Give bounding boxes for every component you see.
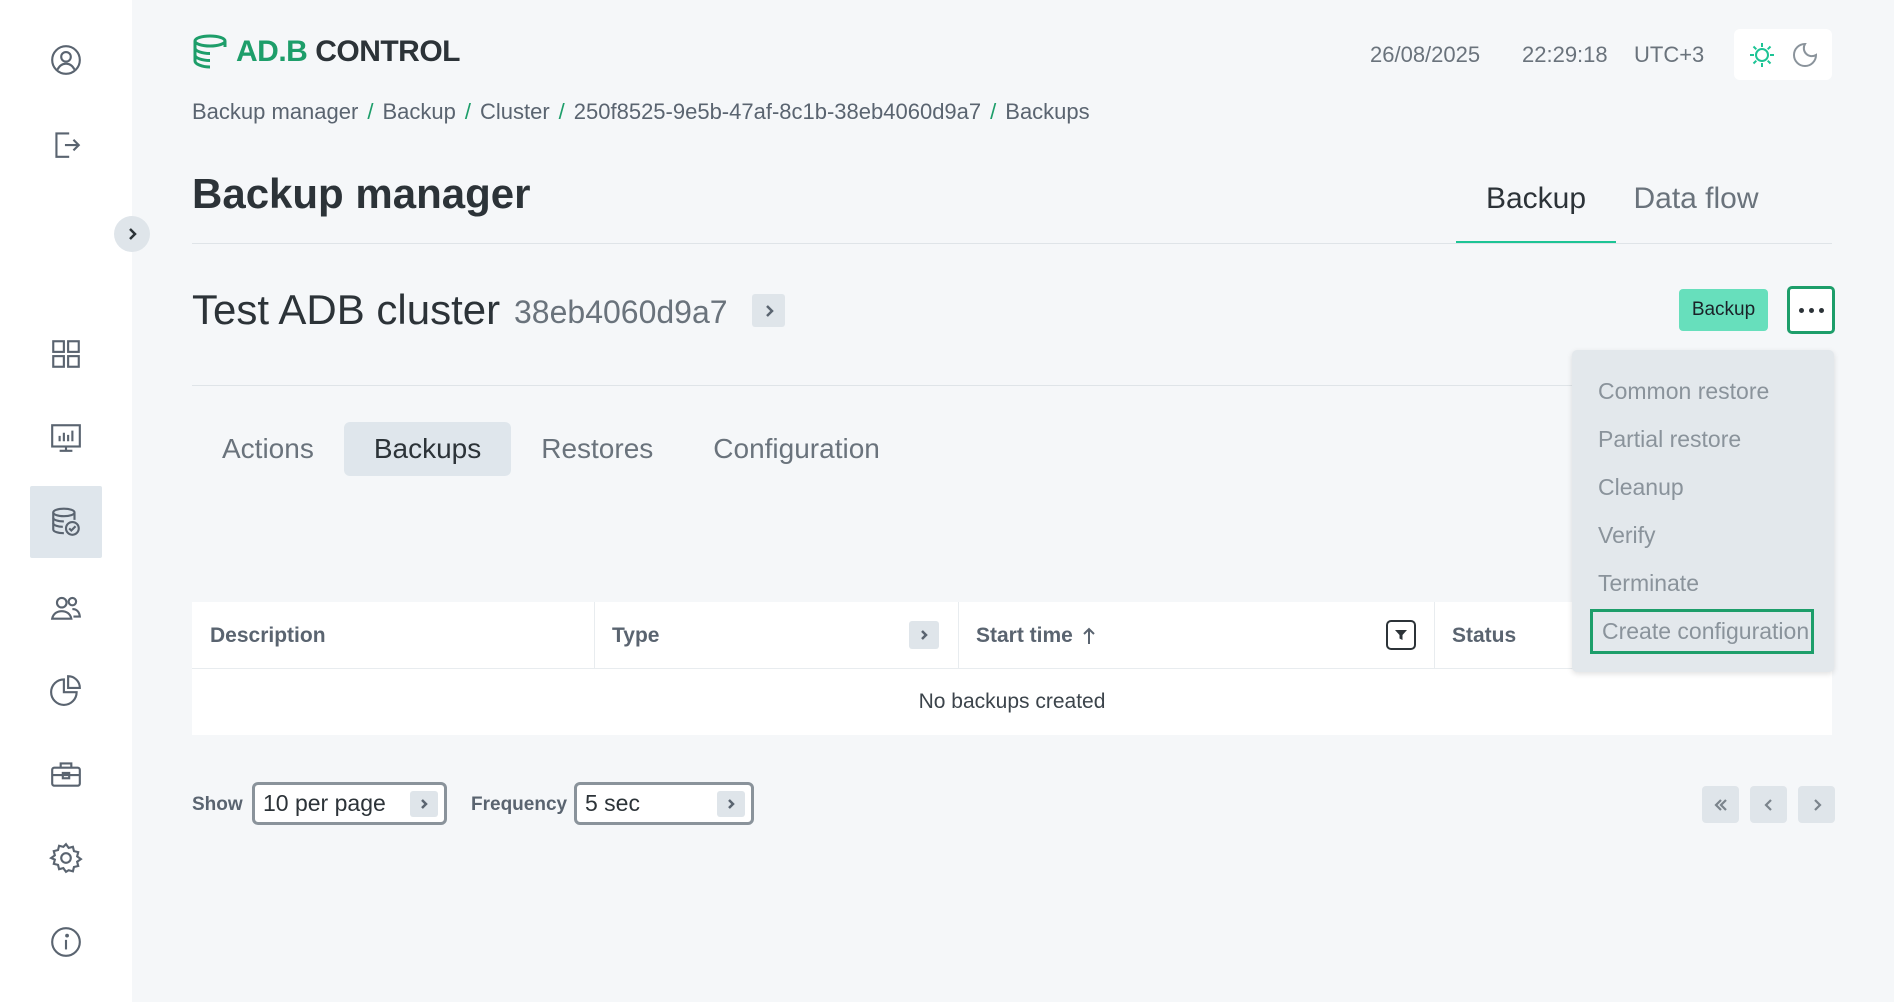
sidebar — [0, 0, 150, 1002]
frequency-select[interactable]: 5 sec — [574, 782, 754, 825]
first-page-button[interactable] — [1702, 786, 1739, 823]
menu-item-cleanup[interactable]: Cleanup — [1590, 465, 1814, 509]
show-label: Show — [192, 794, 243, 815]
monitoring-icon[interactable] — [30, 402, 102, 474]
chevron-right-icon — [717, 791, 745, 817]
backup-db-icon[interactable] — [30, 486, 102, 558]
breadcrumb-separator: / — [990, 99, 997, 124]
chevron-right-icon — [765, 304, 774, 317]
menu-item-verify[interactable]: Verify — [1590, 513, 1814, 557]
tab-data-flow[interactable]: Data flow — [1616, 172, 1776, 244]
breadcrumb: Backup manager / Backup / Cluster / 250f852… — [192, 99, 1090, 125]
sun-icon[interactable] — [1748, 41, 1776, 69]
breadcrumb-item[interactable]: Backup manager — [192, 99, 358, 125]
breadcrumb-separator: / — [367, 99, 374, 124]
chevron-left-icon — [1763, 798, 1772, 811]
breadcrumb-separator: / — [558, 99, 565, 124]
cluster-details-button[interactable] — [752, 294, 785, 327]
divider — [192, 385, 1572, 386]
logo-text-adb: AD.B — [236, 35, 308, 68]
tab-backup[interactable]: Backup — [1456, 172, 1616, 244]
sub-tabs: Actions Backups Restores Configuration — [192, 422, 910, 476]
dot — [1798, 307, 1804, 313]
per-page-value: 10 per page — [263, 790, 386, 816]
chevron-right-icon — [1813, 798, 1822, 811]
column-description-label: Description — [210, 623, 326, 647]
empty-state-message: No backups created — [918, 690, 1106, 713]
column-description[interactable]: Description — [192, 602, 594, 669]
cluster-name: Test ADB cluster — [192, 286, 501, 333]
dashboard-icon[interactable] — [30, 318, 102, 390]
settings-icon[interactable] — [30, 822, 102, 894]
next-page-button[interactable] — [1798, 786, 1835, 823]
column-status-label: Status — [1452, 623, 1517, 647]
dot — [1818, 307, 1824, 313]
logo-db-icon — [193, 34, 227, 69]
users-icon[interactable] — [30, 572, 102, 644]
menu-item-create-configuration[interactable]: Create configuration — [1590, 609, 1814, 654]
breadcrumb-item[interactable]: Cluster — [480, 99, 550, 125]
chevron-right-icon — [410, 791, 438, 817]
sidebar-expand-button[interactable] — [114, 216, 150, 252]
prev-page-button[interactable] — [1750, 786, 1787, 823]
breadcrumb-item[interactable]: 250f8525-9e5b-47af-8c1b-38eb4060d9a7 — [574, 99, 981, 125]
current-time: 22:29:18 — [1522, 42, 1608, 67]
cluster-id: 38eb4060d9a7 — [514, 294, 728, 330]
more-actions-button[interactable] — [1787, 286, 1835, 334]
moon-icon[interactable] — [1791, 41, 1819, 69]
double-chevron-left-icon — [1713, 798, 1727, 811]
dot — [1808, 307, 1814, 313]
filter-icon — [1395, 630, 1407, 640]
reports-icon[interactable] — [30, 654, 102, 726]
timezone: UTC+3 — [1634, 42, 1705, 67]
subtab-configuration[interactable]: Configuration — [683, 422, 910, 476]
subtab-backups[interactable]: Backups — [343, 422, 512, 476]
current-date: 26/08/2025 — [1370, 42, 1481, 67]
more-actions-menu: Common restore Partial restore Cleanup V… — [1572, 350, 1834, 672]
filter-button[interactable] — [1386, 620, 1416, 650]
divider — [192, 243, 1832, 244]
page-title: Backup manager — [192, 170, 531, 217]
breadcrumb-item[interactable]: Backup — [382, 99, 455, 125]
frequency-value: 5 sec — [585, 790, 640, 816]
logout-icon[interactable] — [30, 108, 102, 180]
subtab-actions[interactable]: Actions — [192, 422, 344, 476]
menu-item-partial-restore[interactable]: Partial restore — [1590, 417, 1814, 461]
breadcrumb-current: Backups — [1005, 99, 1090, 124]
info-icon[interactable] — [30, 906, 102, 978]
column-type-label: Type — [612, 623, 660, 647]
user-icon[interactable] — [30, 24, 102, 96]
chevron-right-icon — [129, 228, 137, 240]
theme-switch[interactable] — [1734, 29, 1832, 80]
column-type[interactable]: Type — [594, 602, 958, 669]
app-logo[interactable]: AD.B CONTROL — [192, 32, 461, 72]
per-page-select[interactable]: 10 per page — [252, 782, 447, 825]
chevron-right-icon — [921, 630, 928, 640]
column-start-time-label: Start time — [976, 623, 1073, 647]
type-dropdown-button[interactable] — [909, 621, 939, 649]
logo-text-control: CONTROL — [315, 35, 461, 68]
menu-item-terminate[interactable]: Terminate — [1590, 561, 1814, 605]
backup-button[interactable]: Backup — [1679, 289, 1768, 331]
subtab-restores[interactable]: Restores — [511, 422, 683, 476]
menu-item-common-restore[interactable]: Common restore — [1590, 369, 1814, 413]
top-tabs: Backup Data flow — [1456, 172, 1776, 244]
breadcrumb-separator: / — [464, 99, 471, 124]
tools-icon[interactable] — [30, 738, 102, 810]
sort-ascending-icon[interactable] — [1081, 626, 1097, 646]
column-start-time[interactable]: Start time — [958, 602, 1434, 669]
frequency-label: Frequency — [471, 794, 568, 815]
